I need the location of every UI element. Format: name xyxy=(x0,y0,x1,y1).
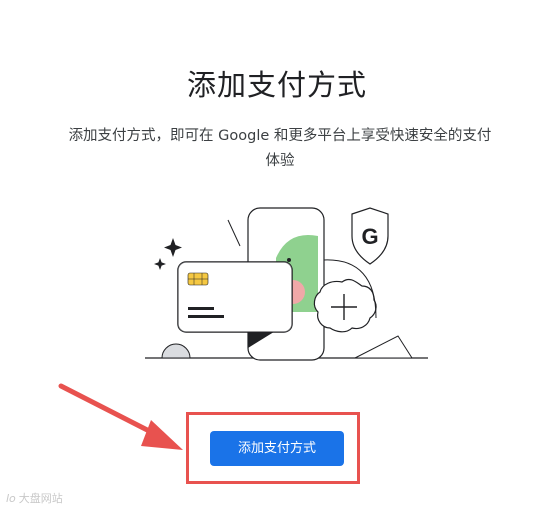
add-payment-page: 添加支付方式 添加支付方式，即可在 Google 和更多平台上享受快速安全的支付… xyxy=(0,0,554,510)
page-title: 添加支付方式 xyxy=(186,68,367,102)
add-payment-method-button[interactable]: 添加支付方式 xyxy=(210,431,344,466)
payment-illustration: G xyxy=(145,207,428,361)
watermark-text: 大盘网站 xyxy=(18,492,63,505)
shield-letter: G xyxy=(361,224,378,249)
red-arrow-icon xyxy=(58,383,183,450)
watermark-logo-icon: lo xyxy=(6,491,16,505)
page-description: 添加支付方式，即可在 Google 和更多平台上享受快速安全的支付体验 xyxy=(68,128,492,169)
watermark: lo 大盘网站 xyxy=(6,490,63,506)
